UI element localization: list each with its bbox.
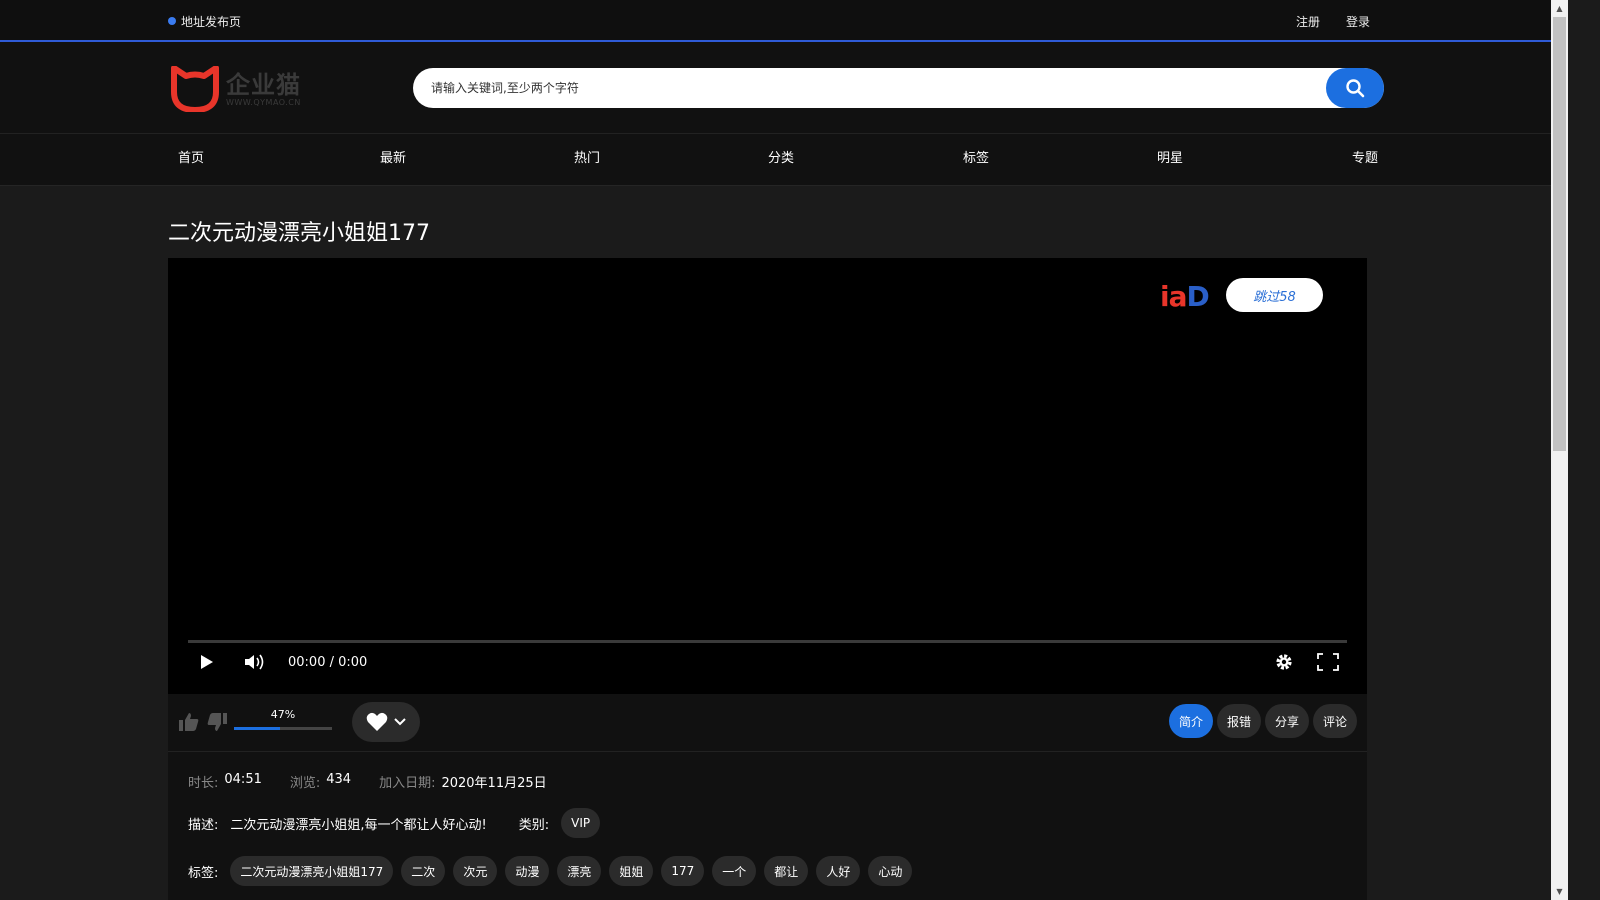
nav-item-topics[interactable]: 专题 bbox=[1352, 134, 1378, 186]
search-button[interactable] bbox=[1326, 68, 1384, 108]
views-value: 434 bbox=[326, 772, 352, 787]
cat-logo-icon bbox=[171, 66, 219, 112]
tag-chip[interactable]: 心动 bbox=[868, 856, 913, 886]
date-value: 2020年11月25日 bbox=[441, 776, 547, 791]
tag-row: 标签: 二次元动漫漂亮小姐姐177 二次 次元 动漫 漂亮 姐姐 177 一个 … bbox=[188, 856, 913, 886]
nav-item-stars[interactable]: 明星 bbox=[1157, 134, 1183, 186]
tag-chip[interactable]: 动漫 bbox=[505, 856, 550, 886]
announce-link[interactable]: 地址发布页 bbox=[168, 13, 241, 30]
tag-chip[interactable]: 人好 bbox=[816, 856, 861, 886]
login-link[interactable]: 登录 bbox=[1346, 13, 1370, 30]
volume-button[interactable] bbox=[244, 650, 266, 674]
category-label: 类别: bbox=[518, 817, 550, 833]
page: 地址发布页 注册 登录 企业猫 WWW.QYMAO.CN 请输入关键词,至少两个… bbox=[0, 0, 1568, 900]
register-link[interactable]: 注册 bbox=[1296, 13, 1320, 30]
tag-chip[interactable]: 一个 bbox=[712, 856, 757, 886]
tab-comments[interactable]: 评论 bbox=[1313, 704, 1357, 738]
ad-logo: iaD bbox=[1160, 280, 1210, 313]
announce-label: 地址发布页 bbox=[181, 14, 242, 29]
tag-chip[interactable]: 二次元动漫漂亮小姐姐177 bbox=[230, 856, 394, 886]
tab-intro[interactable]: 简介 bbox=[1169, 704, 1213, 738]
fullscreen-icon bbox=[1317, 653, 1339, 671]
scroll-down-arrow[interactable]: ▼ bbox=[1551, 883, 1568, 900]
nav-item-home[interactable]: 首页 bbox=[178, 134, 204, 186]
category-chip[interactable]: VIP bbox=[561, 808, 601, 838]
rating-fill bbox=[234, 727, 281, 730]
date-label: 加入日期: bbox=[379, 776, 436, 791]
info-panel: 时长: 04:51 浏览: 434 加入日期: 2020年11月25日 描述: … bbox=[168, 752, 1367, 900]
fullscreen-button[interactable] bbox=[1317, 650, 1339, 674]
favorite-button[interactable] bbox=[352, 702, 420, 742]
thumbs-up-icon[interactable] bbox=[178, 712, 200, 732]
tab-report[interactable]: 报错 bbox=[1217, 704, 1261, 738]
top-bar: 地址发布页 注册 登录 bbox=[0, 0, 1568, 42]
page-title: 二次元动漫漂亮小姐姐177 bbox=[168, 221, 430, 246]
logo-name: 企业猫 bbox=[226, 70, 301, 99]
tag-chip[interactable]: 二次 bbox=[401, 856, 446, 886]
scroll-thumb[interactable] bbox=[1553, 17, 1566, 451]
play-icon bbox=[201, 655, 213, 669]
desc-label: 描述: bbox=[188, 817, 219, 833]
main-nav: 首页 最新 热门 分类 标签 明星 专题 bbox=[0, 134, 1568, 186]
play-button[interactable] bbox=[200, 650, 214, 674]
header: 企业猫 WWW.QYMAO.CN bbox=[0, 42, 1568, 134]
tab-share[interactable]: 分享 bbox=[1265, 704, 1309, 738]
logo-url: WWW.QYMAO.CN bbox=[226, 97, 301, 107]
tags-label: 标签: bbox=[188, 865, 219, 881]
chevron-down-icon bbox=[394, 718, 406, 726]
volume-icon bbox=[245, 654, 264, 670]
nav-item-latest[interactable]: 最新 bbox=[380, 134, 406, 186]
tag-chip[interactable]: 都让 bbox=[764, 856, 809, 886]
rating-bar bbox=[234, 727, 332, 730]
page-scrollbar[interactable]: ▲ ▼ bbox=[1551, 0, 1568, 900]
settings-button[interactable] bbox=[1273, 650, 1295, 674]
nav-item-hot[interactable]: 热门 bbox=[574, 134, 600, 186]
tag-chip[interactable]: 177 bbox=[661, 856, 705, 886]
site-logo[interactable]: 企业猫 WWW.QYMAO.CN bbox=[170, 66, 310, 112]
video-progress-bar[interactable] bbox=[188, 640, 1347, 643]
search-input[interactable] bbox=[431, 68, 1311, 108]
desc-text: 二次元动漫漂亮小姐姐,每一个都让人好心动! bbox=[230, 817, 487, 833]
scroll-up-arrow[interactable]: ▲ bbox=[1551, 0, 1568, 17]
search-box bbox=[413, 68, 1384, 108]
gear-icon bbox=[1276, 654, 1292, 670]
skip-ad-button[interactable]: 跳过58 bbox=[1226, 278, 1323, 312]
dot-icon bbox=[168, 17, 176, 25]
tag-chip[interactable]: 次元 bbox=[453, 856, 498, 886]
heart-icon bbox=[366, 712, 388, 731]
nav-item-category[interactable]: 分类 bbox=[768, 134, 794, 186]
duration-label: 时长: bbox=[188, 776, 219, 791]
search-icon bbox=[1346, 79, 1365, 98]
duration-value: 04:51 bbox=[224, 772, 262, 787]
tag-chip[interactable]: 漂亮 bbox=[557, 856, 602, 886]
tag-chip[interactable]: 姐姐 bbox=[609, 856, 654, 886]
time-display: 00:00 / 0:00 bbox=[288, 654, 368, 670]
action-bar: 47% 简介 报错 分享 评论 bbox=[168, 694, 1367, 752]
video-player[interactable]: iaD 跳过58 00:00 / 0:00 47% 简介 报错 分享 评论 时长… bbox=[168, 258, 1367, 900]
thumbs-down-icon[interactable] bbox=[206, 712, 228, 732]
views-label: 浏览: bbox=[289, 776, 321, 791]
rating-meter: 47% bbox=[234, 708, 332, 730]
rating-percent: 47% bbox=[270, 708, 296, 721]
nav-item-tags[interactable]: 标签 bbox=[963, 134, 989, 186]
